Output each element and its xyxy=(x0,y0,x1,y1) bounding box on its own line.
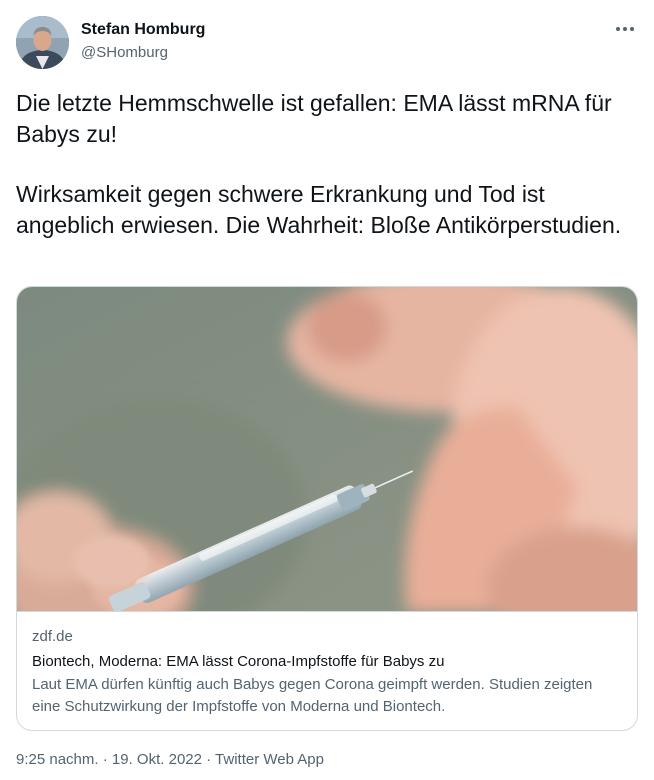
meta-separator: · xyxy=(98,751,112,768)
meta-separator: · xyxy=(201,751,216,768)
tweet: Stefan Homburg @SHomburg Die letzte Hemm… xyxy=(0,0,654,780)
tweet-date[interactable]: 19. Okt. 2022 xyxy=(112,751,202,768)
profile-photo-icon xyxy=(16,16,69,69)
more-dot xyxy=(616,27,620,31)
card-description: Laut EMA dürfen künftig auch Babys gegen… xyxy=(32,676,593,715)
avatar[interactable] xyxy=(16,16,69,69)
more-dot xyxy=(630,27,634,31)
more-dot xyxy=(623,27,627,31)
card-title: Biontech, Moderna: EMA lässt Corona-Impf… xyxy=(32,653,445,670)
tweet-text: Die letzte Hemmschwelle ist gefallen: EM… xyxy=(16,88,640,240)
card-domain: zdf.de xyxy=(32,628,73,645)
card-body: zdf.de Biontech, Moderna: EMA lässt Coro… xyxy=(17,613,637,730)
author-handle[interactable]: @SHomburg xyxy=(81,43,205,63)
tweet-time[interactable]: 9:25 nachm. xyxy=(16,751,99,768)
card-image[interactable] xyxy=(17,287,637,612)
link-card[interactable]: zdf.de Biontech, Moderna: EMA lässt Coro… xyxy=(16,286,638,731)
syringe-baby-photo-icon xyxy=(17,287,637,611)
author-name[interactable]: Stefan Homburg xyxy=(81,20,205,40)
tweet-meta: 9:25 nachm. · 19. Okt. 2022 · Twitter We… xyxy=(16,749,324,771)
more-dots-icon[interactable] xyxy=(614,18,636,40)
author-info: Stefan Homburg @SHomburg xyxy=(81,20,205,63)
tweet-paragraph: Die letzte Hemmschwelle ist gefallen: EM… xyxy=(16,90,619,147)
tweet-paragraph: Wirksamkeit gegen schwere Erkrankung und… xyxy=(16,181,622,238)
tweet-source[interactable]: Twitter Web App xyxy=(215,751,324,768)
